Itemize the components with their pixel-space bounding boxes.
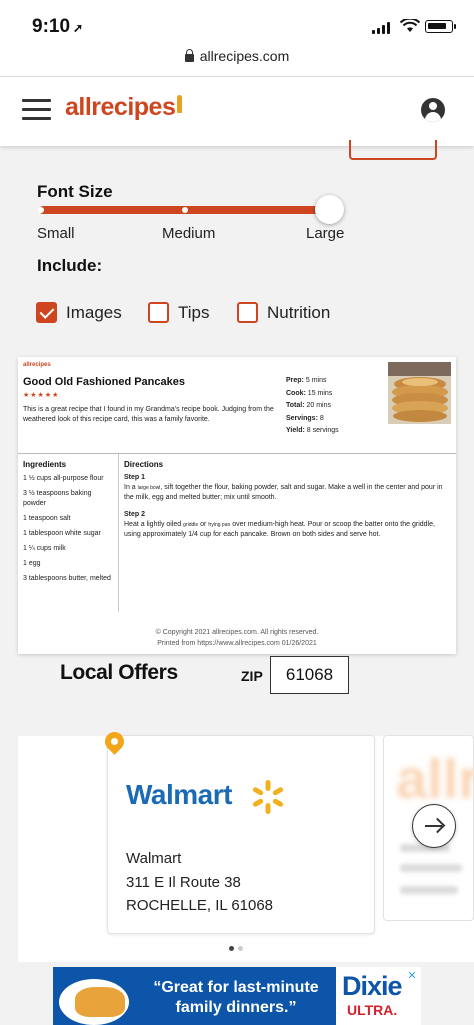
store-offer-card[interactable]: Walmart Walmart 311 E Il Route 38 ROCHEL… bbox=[107, 735, 375, 934]
local-offers-title: Local Offers bbox=[60, 661, 178, 684]
ad-text: “Great for last-minute family dinners.” bbox=[153, 979, 319, 1016]
next-store-logo: allr bbox=[396, 747, 474, 810]
zip-input[interactable] bbox=[270, 656, 349, 694]
ingredient-item: 1 ¼ cups milk bbox=[23, 545, 66, 552]
ad-banner[interactable]: “Great for last-minute family dinners.” … bbox=[53, 967, 421, 1025]
signal-icon bbox=[372, 22, 390, 34]
store-address-line2: ROCHELLE, IL 61068 bbox=[126, 897, 274, 914]
ingredients-list: 1 ½ cups all-purpose flour 3 ½ teaspoons… bbox=[23, 474, 115, 589]
site-logo[interactable]: allrecipes bbox=[65, 93, 183, 122]
ingredient-item: 1 egg bbox=[23, 560, 41, 567]
location-arrow-icon: ➚ bbox=[73, 21, 84, 35]
print-button-partial[interactable] bbox=[349, 140, 437, 160]
include-nutrition-option[interactable]: Nutrition bbox=[237, 302, 330, 323]
recipe-description: This is a great recipe that I found in m… bbox=[23, 406, 274, 423]
slider-thumb[interactable] bbox=[315, 195, 344, 224]
site-header: allrecipes bbox=[0, 76, 474, 146]
store-address-line1: 311 E Il Route 38 bbox=[126, 874, 241, 891]
tips-label[interactable]: Tips bbox=[178, 303, 210, 323]
images-checkbox[interactable] bbox=[36, 302, 57, 323]
direction-step-1: Step 1 In a large bowl, sift together th… bbox=[124, 473, 452, 503]
step-1-label: Step 1 bbox=[124, 474, 146, 481]
meta-prep: Prep: 5 mins bbox=[286, 377, 327, 384]
nutrition-label[interactable]: Nutrition bbox=[267, 303, 330, 323]
lock-icon bbox=[184, 49, 194, 62]
include-heading: Include: bbox=[37, 256, 103, 275]
ad-plate-image bbox=[59, 979, 129, 1025]
ad-close-icon[interactable]: ✕ bbox=[404, 968, 420, 984]
carousel-dot[interactable] bbox=[238, 946, 243, 951]
ingredient-item: 1 teaspoon salt bbox=[23, 515, 71, 522]
card-footer: © Copyright 2021 allrecipes.com. All rig… bbox=[18, 627, 456, 649]
step-2-label: Step 2 bbox=[124, 511, 146, 518]
wifi-icon bbox=[400, 19, 420, 32]
images-label[interactable]: Images bbox=[66, 303, 122, 323]
tips-checkbox[interactable] bbox=[148, 302, 169, 323]
status-bar: 9:10 ➚ bbox=[0, 0, 474, 48]
ingredient-item: 1 ½ cups all-purpose flour bbox=[23, 475, 104, 482]
spoon-icon bbox=[177, 95, 183, 113]
font-size-heading: Font Size bbox=[37, 182, 113, 201]
include-images-option[interactable]: Images bbox=[36, 302, 122, 323]
meta-yield: Yield: 8 servings bbox=[286, 427, 339, 434]
walmart-logo: Walmart bbox=[126, 779, 232, 810]
ad-brand: Dixie bbox=[342, 971, 403, 1001]
meta-servings: Servings: 8 bbox=[286, 414, 324, 422]
walmart-spark-icon bbox=[252, 780, 284, 814]
carousel-dot[interactable] bbox=[229, 946, 234, 951]
recipe-card-preview: allrecipes Good Old Fashioned Pancakes ★… bbox=[18, 357, 456, 654]
store-name: Walmart bbox=[126, 850, 182, 867]
hamburger-icon[interactable] bbox=[22, 99, 51, 121]
zip-label: ZIP bbox=[241, 668, 263, 684]
meta-total: Total: 20 mins bbox=[286, 402, 332, 409]
url-text: allrecipes.com bbox=[199, 48, 290, 64]
carousel-dots bbox=[229, 946, 243, 951]
status-time: 9:10 ➚ bbox=[32, 16, 84, 37]
rating-stars: ★★★★★ bbox=[23, 392, 60, 399]
recipe-meta: Prep: 5 mins Cook: 15 mins Total: 20 min… bbox=[286, 375, 339, 438]
step-2-text: Heat a lightly oiled griddle or frying p… bbox=[124, 521, 435, 538]
arrow-right-icon[interactable] bbox=[412, 804, 456, 848]
step-1-text: In a large bowl, sift together the flour… bbox=[124, 484, 443, 501]
url-bar[interactable]: allrecipes.com bbox=[0, 48, 474, 76]
recipe-photo bbox=[388, 362, 451, 424]
ad-brand-sub: ULTRA. bbox=[347, 1002, 398, 1018]
directions-heading: Directions bbox=[124, 460, 164, 469]
slider-stop-small[interactable] bbox=[38, 207, 44, 213]
include-tips-option[interactable]: Tips bbox=[148, 302, 210, 323]
card-logo: allrecipes bbox=[23, 362, 51, 368]
meta-cook: Cook: 15 mins bbox=[286, 389, 333, 397]
direction-step-2: Step 2 Heat a lightly oiled griddle or f… bbox=[124, 510, 452, 540]
column-divider bbox=[118, 454, 119, 612]
ingredient-item: 3 tablespoons butter, melted bbox=[23, 575, 111, 582]
user-icon[interactable] bbox=[421, 98, 445, 122]
ingredients-heading: Ingredients bbox=[23, 460, 67, 469]
size-label-small[interactable]: Small bbox=[37, 225, 75, 242]
card-divider bbox=[18, 453, 456, 454]
ingredient-item: 1 tablespoon white sugar bbox=[23, 530, 101, 537]
nutrition-checkbox[interactable] bbox=[237, 302, 258, 323]
recipe-title: Good Old Fashioned Pancakes bbox=[23, 376, 185, 388]
battery-icon bbox=[425, 20, 456, 33]
copyright-text: © Copyright 2021 allrecipes.com. All rig… bbox=[155, 629, 319, 636]
ingredient-item: 3 ½ teaspoons baking powder bbox=[23, 490, 92, 507]
slider-stop-medium[interactable] bbox=[182, 207, 188, 213]
size-label-medium[interactable]: Medium bbox=[162, 225, 215, 242]
size-label-large[interactable]: Large bbox=[306, 225, 344, 242]
printed-from-text: Printed from https://www.allrecipes.com … bbox=[157, 640, 317, 647]
